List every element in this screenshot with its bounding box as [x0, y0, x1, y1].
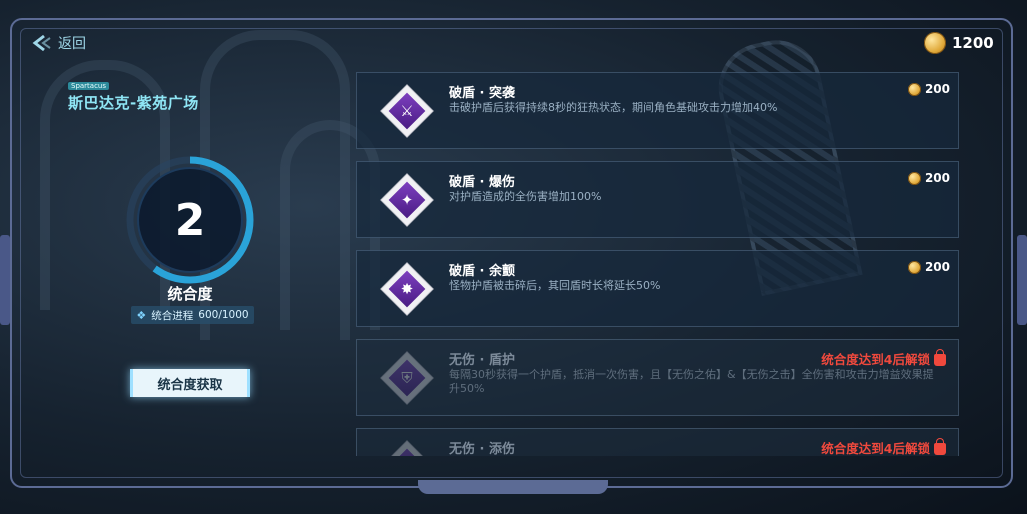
frame-bottom-tab	[418, 480, 608, 494]
progress-text: 600/1000	[198, 309, 249, 321]
progress-label: 统合进程	[151, 309, 194, 322]
skill-description: 每隔30秒获得一个护盾，抵消一次伤害，且【无伤之佑】&【无伤之击】全伤害和攻击力…	[449, 368, 934, 395]
skill-card[interactable]: ⛨ 无伤 · 盾护 每隔30秒获得一个护盾，抵消一次伤害，且【无伤之佑】&【无伤之击…	[356, 339, 959, 416]
skill-title: 破盾 · 突袭	[449, 86, 515, 101]
coin-icon	[924, 32, 946, 54]
integration-level: 2	[174, 194, 206, 246]
skill-description: 击破护盾后获得持续8秒的狂热状态，期间角色基础攻击力增加40%	[449, 101, 778, 114]
skill-title: 无伤 · 盾护	[449, 353, 515, 368]
skill-lock-note: 统合度达到4后解锁	[821, 348, 946, 368]
skill-description: 对护盾造成的全伤害增加100%	[449, 190, 602, 203]
integration-label: 统合度	[167, 285, 213, 303]
shield-guard-icon: ⛨	[381, 352, 433, 404]
skill-list[interactable]: ⚔ 破盾 · 突袭 击破护盾后获得持续8秒的狂热状态，期间角色基础攻击力增加40% 2…	[356, 72, 959, 456]
skill-card[interactable]: ✚ 无伤 · 添伤 统合度达到4后解锁	[356, 428, 959, 456]
coin-icon	[907, 82, 921, 96]
skill-description: 怪物护盾被击碎后，其回盾时长将延长50%	[449, 279, 661, 292]
frame-left-notch	[0, 235, 10, 325]
location-tag: Spartacus	[68, 82, 110, 90]
shield-break-icon: ⚔	[381, 85, 433, 137]
skill-title: 破盾 · 爆伤	[449, 175, 515, 190]
skill-lock-note: 统合度达到4后解锁	[821, 437, 946, 456]
lock-requirement-text: 统合度达到4后解锁	[821, 352, 930, 367]
skill-card[interactable]: ✦ 破盾 · 爆伤 对护盾造成的全伤害增加100% 200	[356, 161, 959, 238]
back-button[interactable]: 返回	[30, 33, 86, 53]
currency-amount: 1200	[952, 34, 994, 52]
skill-cost-amount: 200	[924, 260, 950, 274]
skill-cost-amount: 200	[924, 171, 950, 185]
skill-cost-amount: 200	[924, 82, 950, 96]
integration-gauge: 2	[120, 150, 260, 290]
skill-cost: 200	[907, 82, 950, 96]
back-label: 返回	[58, 36, 86, 52]
coin-icon	[907, 260, 921, 274]
shield-burst-icon: ✦	[381, 174, 433, 226]
integration-progress: ❖ 统合进程 600/1000	[131, 306, 254, 324]
skill-title: 破盾 · 余颤	[449, 264, 515, 279]
currency-display: 1200	[924, 32, 994, 54]
lock-icon	[934, 348, 946, 366]
skill-cost: 200	[907, 260, 950, 274]
damage-up-icon: ✚	[381, 441, 433, 456]
lock-requirement-text: 统合度达到4后解锁	[821, 441, 930, 456]
skill-title: 无伤 · 添伤	[449, 442, 515, 456]
back-arrow-icon	[30, 34, 52, 52]
acquire-integration-button[interactable]: 统合度获取	[130, 369, 250, 397]
shield-tremor-icon: ✸	[381, 263, 433, 315]
skill-cost: 200	[907, 171, 950, 185]
location-title: 斯巴达克-紫苑广场	[68, 94, 199, 112]
frame-right-notch	[1017, 235, 1027, 325]
lock-icon	[934, 437, 946, 455]
coin-icon	[907, 171, 921, 185]
skill-card[interactable]: ⚔ 破盾 · 突袭 击破护盾后获得持续8秒的狂热状态，期间角色基础攻击力增加40% 2…	[356, 72, 959, 149]
handshake-icon: ❖	[136, 308, 147, 322]
skill-card[interactable]: ✸ 破盾 · 余颤 怪物护盾被击碎后，其回盾时长将延长50% 200	[356, 250, 959, 327]
